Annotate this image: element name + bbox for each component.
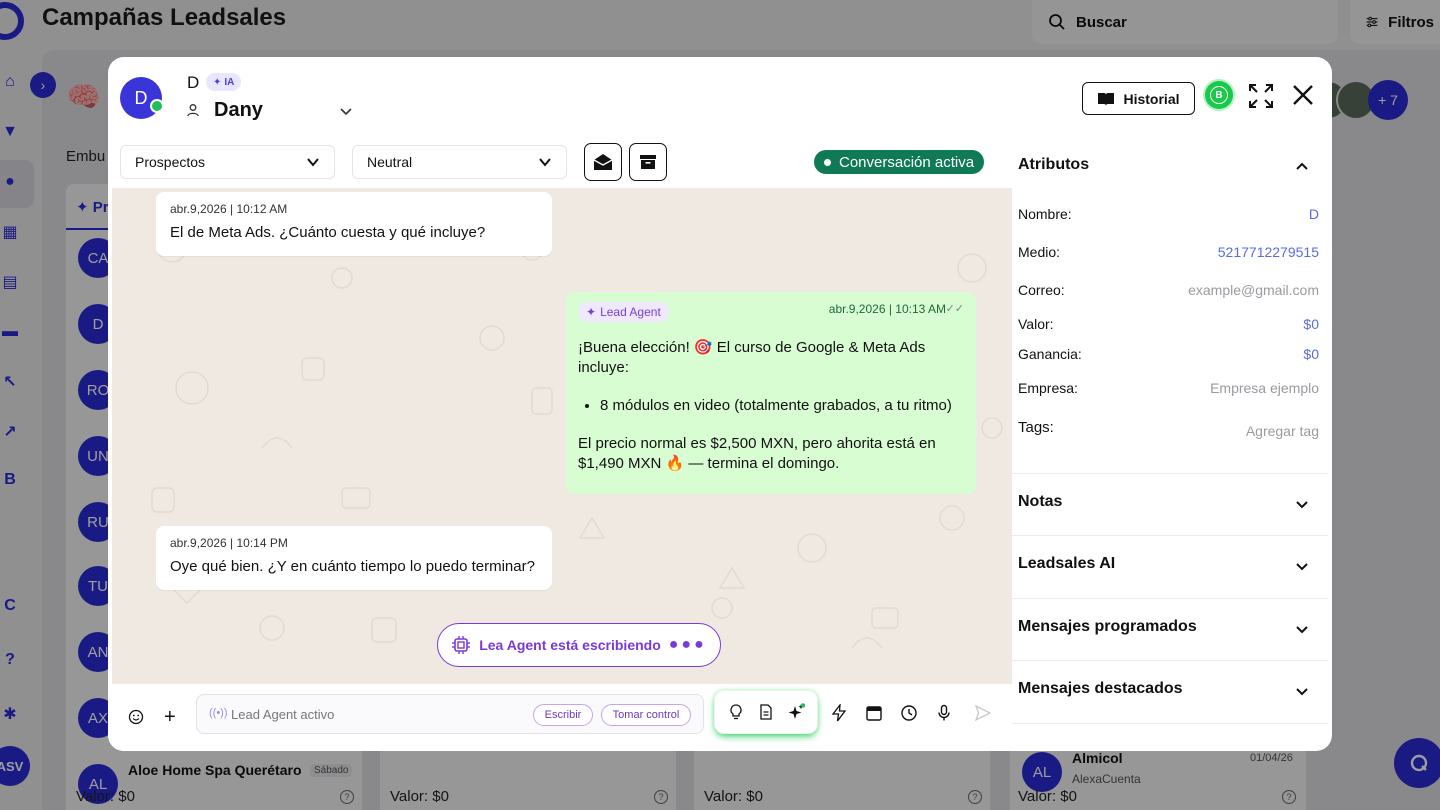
lightning-icon[interactable] bbox=[830, 704, 848, 722]
chevron-down-icon[interactable] bbox=[1294, 683, 1310, 699]
message-timestamp: abr.9,2026 | 10:14 PM bbox=[170, 536, 288, 550]
microphone-icon[interactable] bbox=[935, 704, 953, 722]
whatsapp-icon bbox=[150, 99, 164, 113]
attribute-name-value[interactable]: D bbox=[1309, 206, 1319, 222]
leadsales-ai-section-title[interactable]: Leadsales AI bbox=[1018, 555, 1115, 573]
notes-section-title[interactable]: Notas bbox=[1018, 493, 1062, 511]
open-envelope-icon bbox=[593, 154, 613, 170]
message-input[interactable]: ((•)) Lead Agent activo Escribir Tomar c… bbox=[196, 694, 704, 734]
message-bubble-outgoing[interactable]: ✦ Lead Agent abr.9,2026 | 10:13 AM ✓✓ ¡B… bbox=[566, 292, 976, 494]
broadcast-icon: ((•)) bbox=[209, 707, 228, 719]
message-intro: ¡Buena elección! 🎯 El curso de Google & … bbox=[578, 339, 926, 376]
typing-indicator: Lea Agent está escribiendo ●●● bbox=[437, 623, 721, 667]
lightbulb-icon[interactable] bbox=[727, 703, 745, 721]
message-price: El precio normal es $2,500 MXN, pero aho… bbox=[578, 435, 936, 472]
history-label: Historial bbox=[1123, 90, 1180, 107]
status-dot bbox=[824, 158, 831, 166]
calendar-icon[interactable] bbox=[865, 704, 883, 722]
divider bbox=[1012, 598, 1328, 599]
chevron-down-icon[interactable] bbox=[338, 103, 354, 119]
message-text: Oye qué bien. ¿Y en cuánto tiempo lo pue… bbox=[170, 558, 535, 575]
document-icon[interactable] bbox=[757, 703, 775, 721]
featured-messages-section-title[interactable]: Mensajes destacados bbox=[1018, 680, 1183, 698]
attribute-label: Ganancia: bbox=[1018, 346, 1082, 362]
divider bbox=[1012, 473, 1328, 474]
chip-icon bbox=[452, 636, 471, 654]
business-badge-button[interactable]: B bbox=[1205, 81, 1233, 109]
ai-sparkle-icon[interactable] bbox=[787, 703, 805, 721]
attribute-value-value[interactable]: $0 bbox=[1303, 316, 1319, 332]
stage-select-value: Prospectos bbox=[135, 154, 206, 170]
divider bbox=[1012, 535, 1328, 536]
clock-icon[interactable] bbox=[900, 704, 918, 722]
attribute-profit-value[interactable]: $0 bbox=[1303, 346, 1319, 362]
conversation-modal: D D ✦ IA Dany Historial B Prospectos Neut… bbox=[108, 57, 1332, 751]
attribute-company-value[interactable]: Empresa ejemplo bbox=[1210, 380, 1319, 396]
chevron-up-icon[interactable] bbox=[1294, 159, 1310, 175]
chevron-down-icon bbox=[539, 158, 551, 167]
typing-dots: ●●● bbox=[668, 636, 707, 653]
sparkle-icon: ✦ bbox=[586, 305, 597, 319]
take-control-button[interactable]: Tomar control bbox=[601, 704, 691, 726]
sparkle-icon: ✦ bbox=[213, 76, 222, 88]
agent-tag: ✦ Lead Agent bbox=[578, 302, 669, 322]
write-button[interactable]: Escribir bbox=[533, 704, 593, 726]
message-timestamp: abr.9,2026 | 10:12 AM bbox=[170, 202, 288, 216]
conversation-status-badge: Conversación activa bbox=[814, 150, 985, 174]
agent-tag-label: Lead Agent bbox=[600, 305, 661, 319]
chevron-down-icon[interactable] bbox=[1294, 621, 1310, 637]
attribute-label: Medio: bbox=[1018, 244, 1061, 260]
message-bubble-incoming[interactable]: abr.9,2026 | 10:14 PM Oye qué bien. ¿Y e… bbox=[156, 526, 552, 590]
message-composer: + ((•)) Lead Agent activo Escribir Tomar… bbox=[108, 684, 1012, 751]
attribute-label: Nombre: bbox=[1018, 206, 1072, 222]
typing-label: Lea Agent está escribiendo bbox=[479, 637, 661, 653]
ia-badge-label: IA bbox=[224, 76, 235, 88]
message-timestamp: abr.9,2026 | 10:13 AM bbox=[828, 302, 946, 316]
message-bubble-incoming[interactable]: abr.9,2026 | 10:12 AM El de Meta Ads. ¿C… bbox=[156, 192, 552, 256]
attribute-label: Correo: bbox=[1018, 282, 1065, 298]
divider bbox=[1012, 660, 1328, 661]
double-check-icon: ✓✓ bbox=[945, 303, 964, 315]
scheduled-messages-section-title[interactable]: Mensajes programados bbox=[1018, 618, 1197, 636]
contact-details-panel: Atributos Nombre: D Medio: 5217712279515… bbox=[1012, 145, 1328, 751]
attribute-medium-value[interactable]: 5217712279515 bbox=[1218, 244, 1319, 260]
attribute-label: Tags: bbox=[1018, 419, 1054, 436]
chevron-down-icon bbox=[307, 158, 319, 167]
divider bbox=[1012, 723, 1328, 724]
attributes-section-title[interactable]: Atributos bbox=[1018, 156, 1089, 174]
ia-badge: ✦ IA bbox=[206, 73, 242, 91]
chat-area[interactable]: abr.9,2026 | 10:12 AM El de Meta Ads. ¿C… bbox=[112, 188, 1012, 684]
plus-icon[interactable]: + bbox=[164, 706, 176, 729]
sentiment-select[interactable]: Neutral bbox=[352, 145, 567, 179]
attribute-label: Valor: bbox=[1018, 316, 1054, 332]
message-list-item: 8 módulos en video (totalmente grabados,… bbox=[600, 396, 964, 416]
contact-name[interactable]: Dany bbox=[214, 99, 263, 122]
chevron-down-icon[interactable] bbox=[1294, 558, 1310, 574]
attribute-email-value[interactable]: example@gmail.com bbox=[1188, 282, 1319, 298]
archive-button[interactable] bbox=[629, 143, 667, 181]
book-icon bbox=[1098, 92, 1115, 106]
ai-tools-group bbox=[714, 690, 818, 734]
emoji-icon[interactable] bbox=[128, 709, 144, 725]
send-icon[interactable] bbox=[974, 704, 992, 722]
message-list: 8 módulos en video (totalmente grabados,… bbox=[600, 396, 964, 416]
archive-icon bbox=[640, 155, 656, 169]
message-text: El de Meta Ads. ¿Cuánto cuesta y qué inc… bbox=[170, 224, 486, 241]
user-icon bbox=[187, 104, 199, 117]
mark-read-button[interactable] bbox=[584, 143, 622, 181]
stage-select[interactable]: Prospectos bbox=[120, 145, 335, 179]
chevron-down-icon[interactable] bbox=[1294, 496, 1310, 512]
history-button[interactable]: Historial bbox=[1082, 82, 1195, 115]
conversation-status-label: Conversación activa bbox=[839, 153, 975, 171]
message-body: ¡Buena elección! 🎯 El curso de Google & … bbox=[578, 338, 964, 474]
close-icon[interactable] bbox=[1291, 83, 1315, 107]
add-tag-button[interactable]: Agregar tag bbox=[1246, 423, 1319, 439]
b-badge-label: B bbox=[1210, 86, 1228, 104]
sentiment-select-value: Neutral bbox=[367, 154, 413, 170]
contact-short-name: D bbox=[187, 73, 200, 92]
message-input-placeholder: Lead Agent activo bbox=[231, 707, 335, 722]
attribute-label: Empresa: bbox=[1018, 380, 1078, 396]
expand-icon[interactable] bbox=[1248, 83, 1274, 109]
